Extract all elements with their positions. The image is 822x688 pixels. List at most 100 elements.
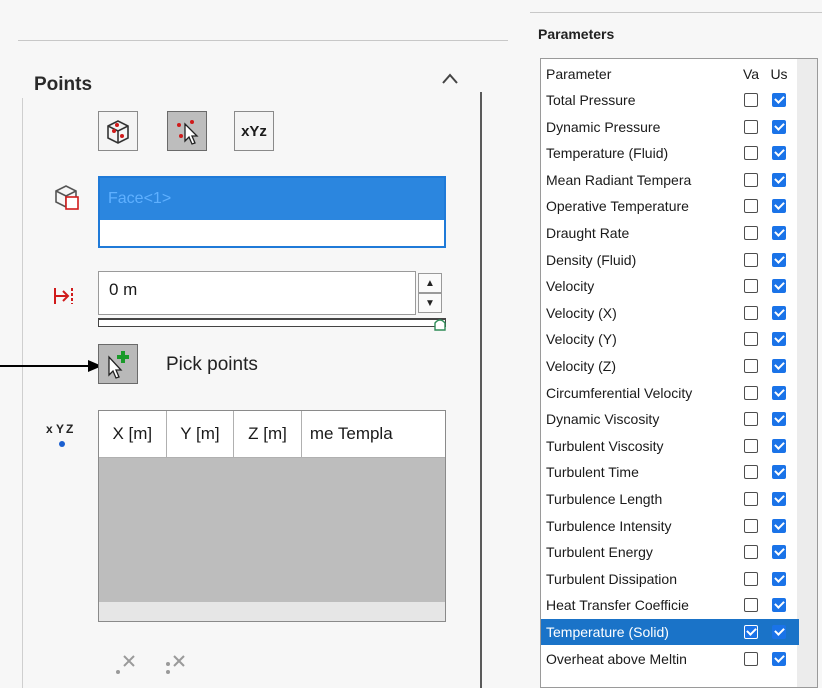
parameters-scrollbar[interactable] — [797, 59, 817, 687]
va-checkbox[interactable] — [744, 199, 758, 214]
us-checkbox[interactable] — [772, 438, 786, 453]
column-header-us[interactable]: Us — [765, 66, 793, 82]
column-header-va[interactable]: Va — [737, 66, 765, 82]
va-checkbox[interactable] — [744, 465, 758, 480]
us-checkbox[interactable] — [772, 332, 786, 347]
offset-slider-track[interactable] — [98, 318, 446, 327]
face-list-item[interactable]: Face<1> — [100, 178, 444, 220]
parameter-row[interactable]: Dynamic Pressure — [541, 114, 799, 140]
delete-point-icon[interactable] — [114, 652, 140, 676]
xyz-coordinates-icon: x Y Z — [46, 422, 73, 447]
us-checkbox[interactable] — [772, 172, 786, 187]
us-checkbox[interactable] — [772, 226, 786, 240]
parameters-title: Parameters — [538, 26, 615, 42]
va-checkbox[interactable] — [744, 332, 758, 347]
va-checkbox[interactable] — [744, 252, 758, 267]
parameter-row[interactable]: Total Pressure — [541, 87, 799, 113]
parameter-name: Circumferential Velocity — [546, 384, 693, 401]
parameter-row[interactable]: Draught Rate — [541, 220, 799, 246]
us-checkbox[interactable] — [772, 385, 786, 400]
parameter-row[interactable]: Velocity (Z) — [541, 353, 799, 379]
us-checkbox[interactable] — [772, 545, 786, 560]
va-checkbox[interactable] — [744, 598, 758, 613]
pick-points-button[interactable] — [98, 344, 138, 384]
us-checkbox[interactable] — [772, 252, 786, 267]
parameter-row[interactable]: Mean Radiant Tempera — [541, 167, 799, 193]
us-checkbox[interactable] — [772, 598, 786, 613]
parameter-row[interactable]: Turbulent Time — [541, 459, 799, 485]
parameter-row[interactable]: Turbulence Intensity — [541, 513, 799, 539]
us-checkbox[interactable] — [772, 651, 786, 666]
us-checkbox[interactable] — [772, 492, 786, 506]
spin-up-button[interactable]: ▲ — [418, 273, 442, 293]
va-checkbox[interactable] — [744, 412, 758, 427]
va-checkbox[interactable] — [744, 359, 758, 373]
va-checkbox[interactable] — [744, 545, 758, 560]
points-table[interactable]: X [m] Y [m] Z [m] me Templa — [98, 410, 446, 622]
va-checkbox[interactable] — [744, 172, 758, 187]
va-checkbox[interactable] — [744, 385, 758, 400]
parameter-name: Velocity (Z) — [546, 358, 617, 374]
parameter-row[interactable]: Velocity (Y) — [541, 326, 799, 352]
select-on-face-button[interactable] — [98, 111, 138, 151]
spin-down-button[interactable]: ▼ — [418, 293, 442, 313]
column-header-y[interactable]: Y [m] — [167, 411, 235, 457]
us-checkbox[interactable] — [772, 199, 786, 214]
va-checkbox[interactable] — [744, 305, 758, 320]
parameter-row[interactable]: Turbulence Length — [541, 486, 799, 512]
parameter-row[interactable]: Turbulent Energy — [541, 539, 799, 565]
face-selection-list[interactable]: Face<1> — [98, 176, 446, 248]
us-checkbox[interactable] — [772, 625, 786, 639]
parameter-row[interactable]: Circumferential Velocity — [541, 380, 799, 406]
parameter-row[interactable]: Temperature (Fluid) — [541, 140, 799, 166]
column-header-template[interactable]: me Templa — [302, 411, 445, 457]
pick-on-screen-mode-button[interactable] — [167, 111, 207, 151]
parameter-row[interactable]: Density (Fluid) — [541, 247, 799, 273]
collapse-caret-icon[interactable] — [441, 72, 459, 86]
va-checkbox[interactable] — [744, 651, 758, 666]
xyz-coordinates-mode-button[interactable]: xYz — [234, 111, 274, 151]
us-checkbox[interactable] — [772, 359, 786, 373]
column-header-x[interactable]: X [m] — [99, 411, 167, 457]
parameter-row[interactable]: Turbulent Viscosity — [541, 433, 799, 459]
va-checkbox-cell — [737, 172, 765, 187]
us-checkbox[interactable] — [772, 146, 786, 161]
va-checkbox[interactable] — [744, 625, 758, 639]
us-checkbox[interactable] — [772, 119, 786, 134]
va-checkbox[interactable] — [744, 93, 758, 107]
points-table-body[interactable] — [99, 458, 445, 602]
us-checkbox[interactable] — [772, 93, 786, 107]
parameter-row[interactable]: Heat Transfer Coefficie — [541, 592, 799, 618]
parameter-row[interactable]: Overheat above Meltin — [541, 646, 799, 672]
parameter-row[interactable]: Velocity — [541, 273, 799, 299]
us-checkbox[interactable] — [772, 305, 786, 320]
va-checkbox[interactable] — [744, 492, 758, 506]
va-checkbox[interactable] — [744, 226, 758, 240]
us-checkbox[interactable] — [772, 571, 786, 586]
us-checkbox[interactable] — [772, 518, 786, 533]
us-checkbox-cell — [765, 651, 793, 666]
offset-slider-thumb[interactable] — [434, 317, 446, 331]
va-checkbox[interactable] — [744, 571, 758, 586]
us-checkbox[interactable] — [772, 412, 786, 427]
va-checkbox[interactable] — [744, 518, 758, 533]
parameter-row[interactable]: Turbulent Dissipation — [541, 566, 799, 592]
parameter-row[interactable]: Velocity (X) — [541, 300, 799, 326]
us-checkbox-cell — [765, 119, 793, 134]
us-checkbox[interactable] — [772, 465, 786, 480]
va-checkbox[interactable] — [744, 146, 758, 161]
parameter-row[interactable]: Temperature (Solid) — [541, 619, 799, 645]
offset-distance-input[interactable]: 0 m — [98, 271, 416, 315]
va-checkbox[interactable] — [744, 279, 758, 294]
column-header-parameter[interactable]: Parameter — [541, 66, 737, 82]
va-checkbox[interactable] — [744, 119, 758, 134]
parameter-row[interactable]: Dynamic Viscosity — [541, 406, 799, 432]
column-header-z[interactable]: Z [m] — [234, 411, 302, 457]
va-checkbox[interactable] — [744, 438, 758, 453]
svg-text:x: x — [46, 422, 53, 436]
parameter-row[interactable]: Operative Temperature — [541, 193, 799, 219]
delete-all-points-icon[interactable] — [164, 652, 190, 676]
us-checkbox[interactable] — [772, 279, 786, 294]
panel-top-edge — [18, 0, 508, 41]
parameters-table[interactable]: Parameter Va Us Total Pressure Dynamic Pr… — [540, 58, 818, 688]
